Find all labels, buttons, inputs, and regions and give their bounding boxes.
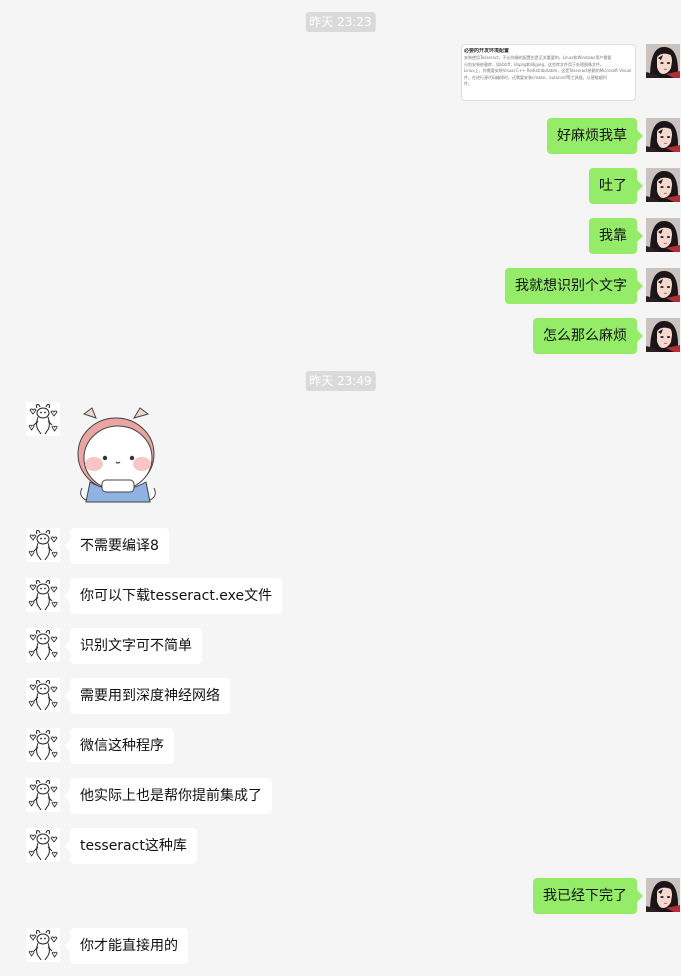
screenshot-title: 必要的开发环境配置 — [464, 48, 510, 54]
timestamp: 昨天 23:49 — [305, 371, 376, 391]
received-message-bubble[interactable]: 需要用到深度神经网络 — [64, 678, 230, 714]
their-avatar-icon[interactable] — [26, 528, 60, 562]
received-message-bubble[interactable]: 不需要编译8 — [64, 528, 169, 564]
received-message-bubble[interactable]: 识别文字可不简单 — [64, 628, 202, 664]
my-avatar-icon[interactable] — [646, 318, 680, 352]
sent-message-bubble[interactable]: 我靠 — [589, 218, 643, 254]
sent-message-bubble[interactable]: 怎么那么麻烦 — [533, 318, 643, 354]
their-avatar-icon[interactable] — [26, 578, 60, 612]
their-avatar-icon[interactable] — [26, 402, 60, 436]
screenshot-text-line: 件。 — [464, 81, 472, 86]
my-avatar-icon[interactable] — [646, 268, 680, 302]
their-avatar-icon[interactable] — [26, 678, 60, 712]
my-avatar-icon[interactable] — [646, 878, 680, 912]
received-message-bubble[interactable]: 你可以下载tesseract.exe文件 — [63, 578, 283, 614]
their-avatar-icon[interactable] — [26, 778, 60, 812]
image-message-screenshot[interactable]: 必要的开发环境配置 安装使用Tesseract，不论你确的配置也是至关重要的，L… — [461, 44, 636, 101]
cat-sticker-image[interactable] — [72, 406, 162, 504]
screenshot-text-line: 安装使用Tesseract，不论你确的配置也是至关重要的，Linux和Windo… — [464, 55, 612, 60]
received-message-bubble[interactable]: 微信这种程序 — [64, 728, 174, 764]
their-avatar-icon[interactable] — [26, 828, 60, 862]
screenshot-text-line: Linux上，你需要安装Visual C++ Redistributable，这… — [464, 68, 632, 73]
received-message-bubble[interactable]: 他实际上也是帮你提前集成了 — [64, 778, 272, 814]
their-avatar-icon[interactable] — [26, 728, 60, 762]
sent-message-bubble[interactable]: 我就想识别个文字 — [505, 268, 643, 304]
their-avatar-icon[interactable] — [26, 928, 60, 962]
my-avatar-icon[interactable] — [646, 44, 680, 78]
timestamp: 昨天 23:23 — [305, 12, 376, 32]
my-avatar-icon[interactable] — [646, 168, 680, 202]
received-message-bubble[interactable]: tesseract这种库 — [64, 828, 197, 864]
my-avatar-icon[interactable] — [646, 118, 680, 152]
sent-message-bubble[interactable]: 吐了 — [589, 168, 643, 204]
chat-area[interactable]: 昨天 23:23 必要的开发环境配置 安装使用Tesseract，不论你确的配置… — [0, 0, 681, 976]
sent-message-bubble[interactable]: 我已经下完了 — [533, 878, 643, 914]
my-avatar-icon[interactable] — [646, 218, 680, 252]
received-message-bubble[interactable]: 你才能直接用的 — [64, 928, 188, 964]
their-avatar-icon[interactable] — [26, 628, 60, 662]
sent-message-bubble[interactable]: 好麻烦我草 — [547, 118, 643, 154]
